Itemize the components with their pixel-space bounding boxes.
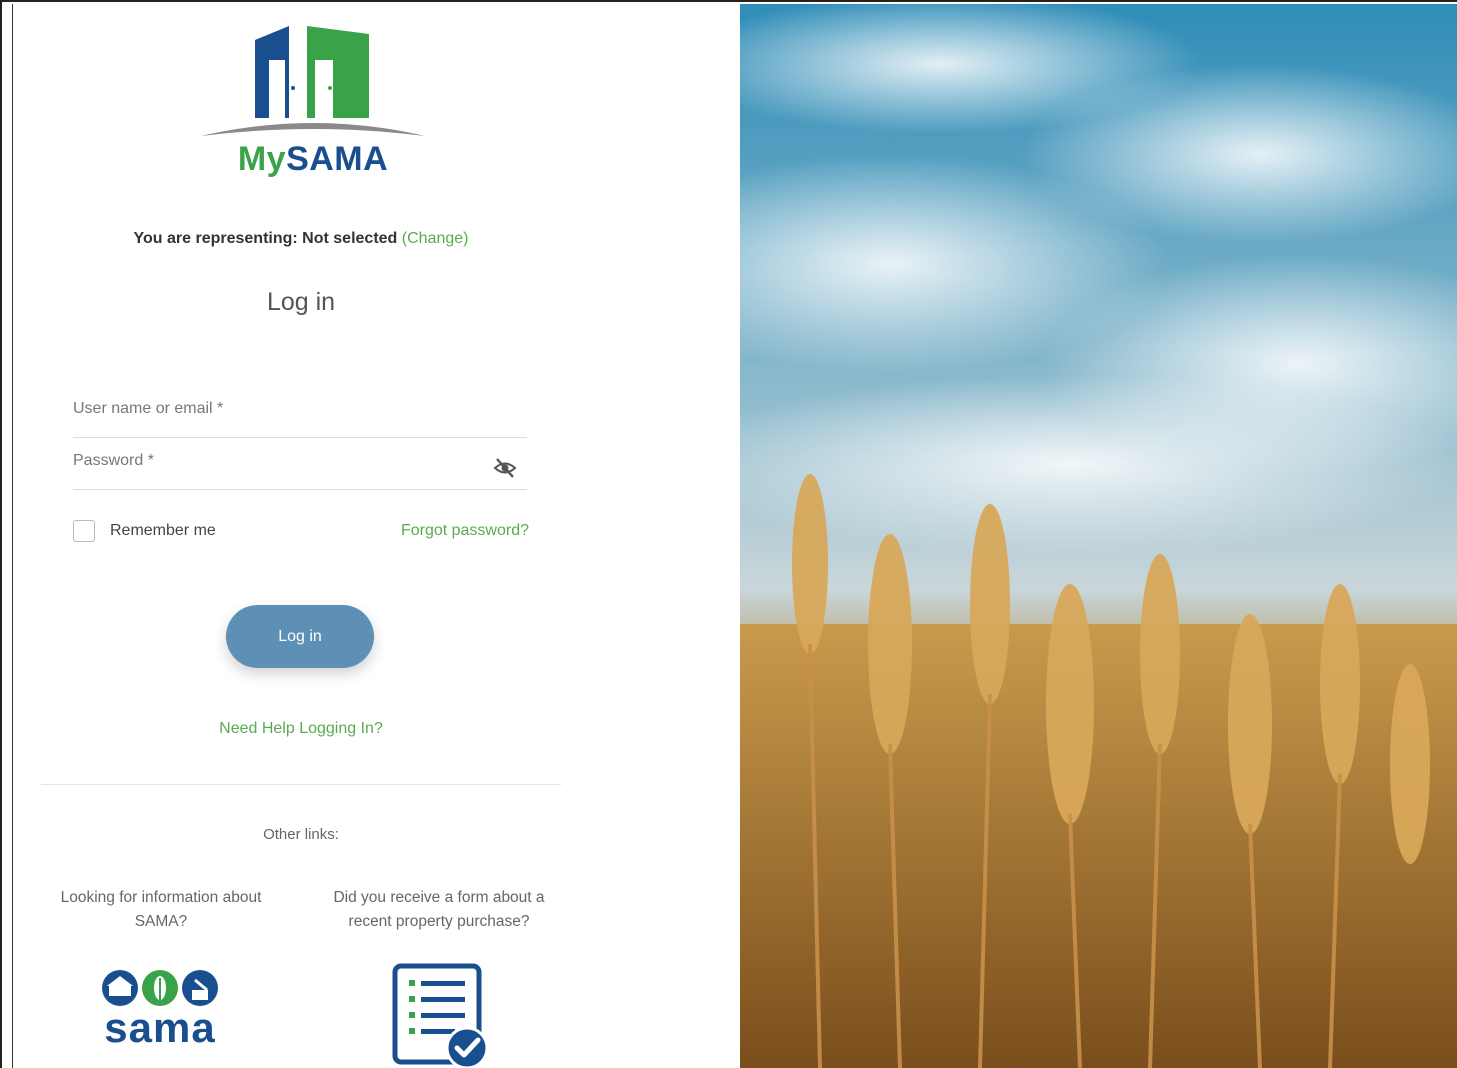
username-field[interactable]: User name or email *: [73, 392, 527, 438]
login-panel: MySAMA You are representing: Not selecte…: [12, 4, 740, 1068]
eye-slash-icon[interactable]: [493, 456, 517, 480]
other-links-heading: Other links:: [263, 826, 339, 843]
change-link[interactable]: (Change): [402, 230, 469, 247]
username-input[interactable]: [73, 392, 527, 437]
password-input[interactable]: [73, 444, 527, 489]
remember-me[interactable]: Remember me: [73, 520, 216, 542]
sama-logo[interactable]: sama: [95, 968, 225, 1058]
sama-info-link[interactable]: Looking for information about SAMA?: [39, 886, 283, 934]
forgot-password-link[interactable]: Forgot password?: [383, 522, 529, 540]
password-field[interactable]: Password *: [73, 444, 527, 490]
logo-sama-text: SAMA: [286, 140, 389, 178]
form-checklist-icon[interactable]: [391, 962, 491, 1068]
change-link-label[interactable]: Change: [407, 230, 463, 247]
representing-value: Not selected: [302, 230, 398, 247]
background-photo: [740, 4, 1457, 1068]
property-form-link[interactable]: Did you receive a form about a recent pr…: [317, 886, 561, 934]
remember-me-label[interactable]: Remember me: [110, 522, 216, 540]
page-title: Log in: [266, 288, 336, 316]
sama-circles-icon: [102, 970, 218, 1006]
mysama-logo-text: MySAMA: [199, 140, 427, 179]
logo-my-text: My: [237, 140, 287, 178]
wheat-field-image: [740, 4, 1457, 1068]
representing-line: You are representing: Not selected (Chan…: [13, 230, 589, 248]
sama-word: sama: [104, 1004, 216, 1051]
house-logo-icon: [201, 26, 425, 136]
mysama-logo: MySAMA: [199, 22, 427, 187]
representing-prefix: You are representing:: [133, 230, 298, 247]
login-button[interactable]: Log in: [226, 605, 374, 668]
divider: [41, 784, 561, 785]
remember-me-checkbox[interactable]: [73, 520, 95, 542]
need-help-link[interactable]: Need Help Logging In?: [13, 720, 589, 738]
